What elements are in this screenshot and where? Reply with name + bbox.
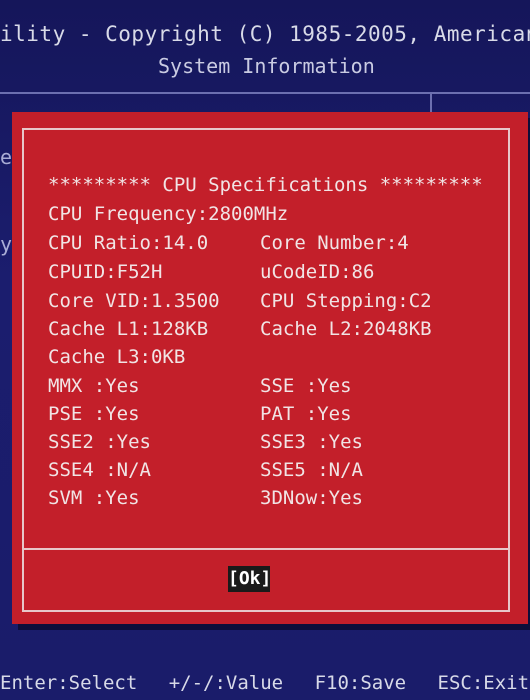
cache-l1: Cache L1:128KB bbox=[48, 318, 209, 340]
ok-button[interactable]: [Ok] bbox=[228, 566, 271, 592]
cpu-ratio: CPU Ratio:14.0 bbox=[48, 232, 209, 254]
background-fragment-left-1: e bbox=[0, 145, 13, 169]
cache-l3: Cache L3:0KB bbox=[48, 346, 186, 368]
footer-value: +/-/:Value bbox=[168, 672, 284, 694]
ucode-id: uCodeID:86 bbox=[260, 261, 375, 283]
feature-mmx: MMX :Yes bbox=[48, 375, 140, 397]
dialog-separator bbox=[24, 548, 508, 550]
feature-sse2: SSE2 :Yes bbox=[48, 431, 151, 453]
feature-sse3: SSE3 :Yes bbox=[260, 431, 363, 453]
footer-exit: ESC:Exit bbox=[437, 672, 530, 694]
footer-help-bar: Enter:Select +/-/:Value F10:Save ESC:Exi… bbox=[0, 672, 530, 700]
footer-save: F10:Save bbox=[314, 672, 407, 694]
cpuid: CPUID:F52H bbox=[48, 261, 163, 283]
cpu-frequency: CPU Frequency:2800MHz bbox=[48, 203, 289, 225]
core-vid: Core VID:1.3500 bbox=[48, 290, 220, 312]
background-fragment-left-2: y bbox=[0, 232, 13, 256]
page-title: System Information bbox=[158, 54, 375, 78]
dialog-frame bbox=[22, 128, 510, 612]
bios-screen: ility - Copyright (C) 1985-2005, America… bbox=[0, 0, 530, 700]
footer-enter-select: Enter:Select bbox=[0, 672, 138, 694]
feature-sse5: SSE5 :N/A bbox=[260, 459, 363, 481]
feature-sse4: SSE4 :N/A bbox=[48, 459, 151, 481]
feature-3dnow: 3DNow:Yes bbox=[260, 487, 363, 509]
dialog-heading: ********* CPU Specifications ********* bbox=[48, 174, 483, 196]
feature-sse: SSE :Yes bbox=[260, 375, 352, 397]
core-number: Core Number:4 bbox=[260, 232, 409, 254]
feature-pse: PSE :Yes bbox=[48, 403, 140, 425]
cache-l2: Cache L2:2048KB bbox=[260, 318, 432, 340]
feature-svm: SVM :Yes bbox=[48, 487, 140, 509]
copyright-title: ility - Copyright (C) 1985-2005, America… bbox=[0, 22, 530, 46]
feature-pat: PAT :Yes bbox=[260, 403, 352, 425]
cpu-stepping: CPU Stepping:C2 bbox=[260, 290, 432, 312]
